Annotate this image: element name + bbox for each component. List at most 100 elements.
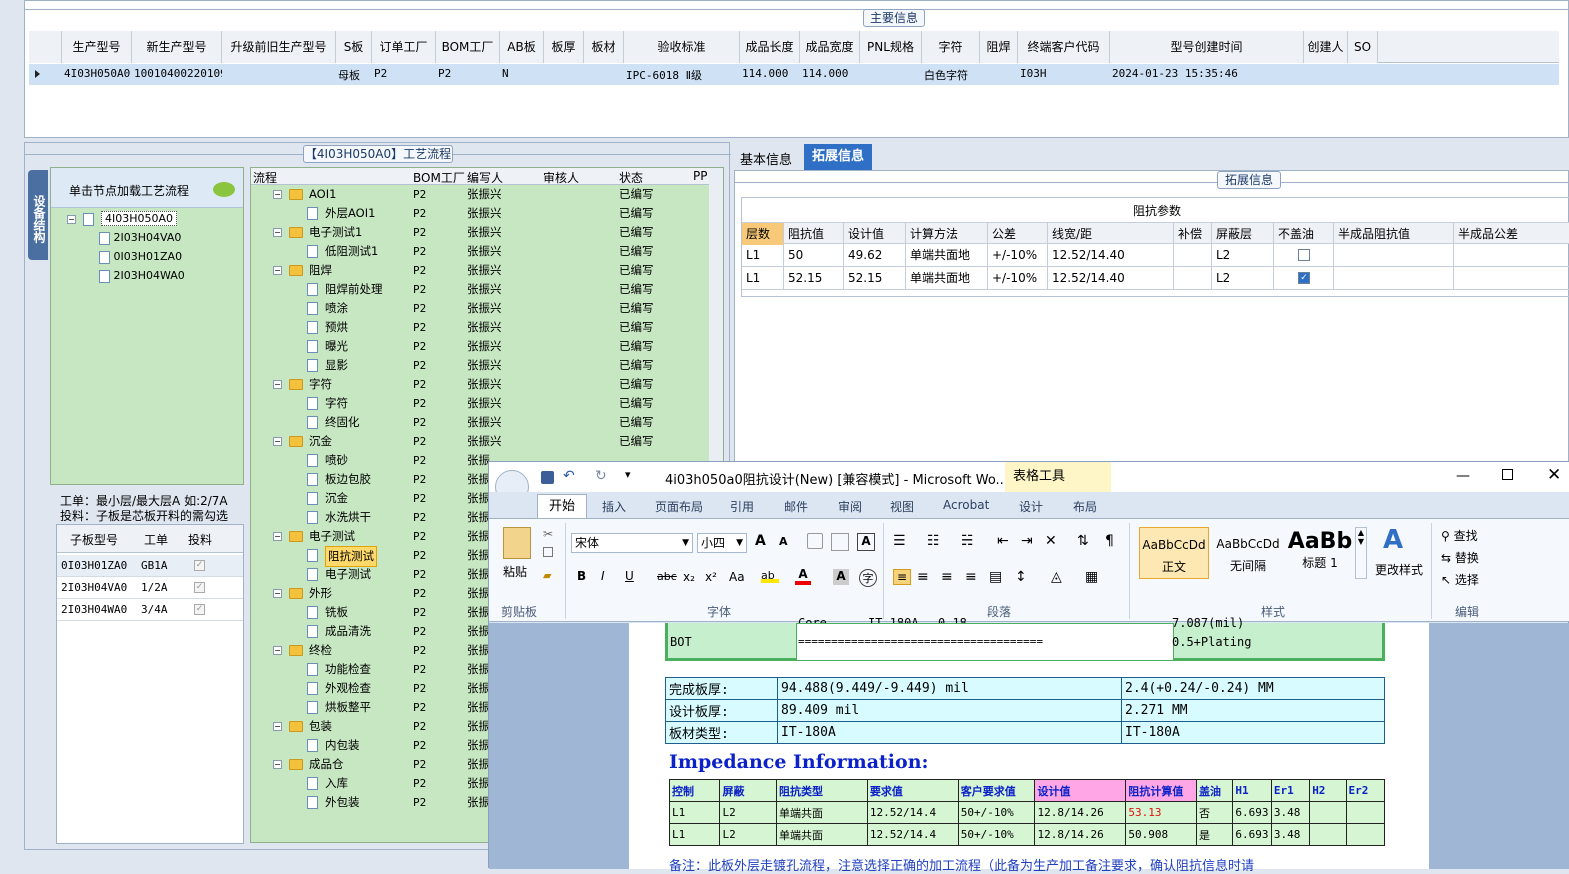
paste-icon[interactable] <box>503 527 531 559</box>
sort-icon[interactable]: ⇅ <box>1077 533 1089 549</box>
tree-child[interactable]: 2I03H04WA0 <box>99 267 185 285</box>
column-header[interactable]: 阻焊 <box>980 31 1018 63</box>
format-painter-icon[interactable]: ▰ <box>543 569 551 582</box>
redo-icon[interactable]: ↻ <box>595 468 607 484</box>
styles-scroll[interactable]: ▲ ▼ <box>1355 527 1367 579</box>
copy-icon[interactable] <box>543 547 553 557</box>
font-name-select[interactable]: 宋体 ▼ <box>571 533 693 553</box>
process-row[interactable]: − 沉金 P2 张振兴 已编写 <box>251 432 709 451</box>
bold-icon[interactable]: B <box>577 569 586 583</box>
table-row[interactable]: L1 50 49.62 单端共面地 +/-10% 12.52/14.40 L2 <box>742 244 1569 267</box>
tab-basic-info[interactable]: 基本信息 <box>740 149 792 168</box>
process-row[interactable]: − 电子测试1 P2 张振兴 已编写 <box>251 223 709 242</box>
font-size-select[interactable]: 小四 ▼ <box>697 533 747 553</box>
underline-icon[interactable]: U <box>625 569 634 583</box>
tree-child[interactable]: 2I03H04VA0 <box>99 229 181 247</box>
column-header[interactable]: 计算方法 <box>906 223 988 245</box>
align-left-icon[interactable]: ≡ <box>893 569 911 585</box>
table-row[interactable]: 0I03H01ZA0 GB1A ✓ <box>57 555 243 577</box>
tab-review[interactable]: 审阅 <box>838 498 862 515</box>
column-header[interactable]: 补偿 <box>1174 223 1212 245</box>
bullets-icon[interactable]: ☰ <box>893 533 906 549</box>
checkbox[interactable]: ✓ <box>194 604 205 615</box>
grow-font-icon[interactable]: A <box>755 533 766 549</box>
process-row[interactable]: − 阻焊 P2 张振兴 已编写 <box>251 261 709 280</box>
process-row[interactable]: − AOI1 P2 张振兴 已编写 <box>251 185 709 204</box>
undo-icon[interactable]: ↶ <box>563 468 575 484</box>
column-header[interactable]: 阻抗值 <box>784 223 844 245</box>
change-case-icon[interactable]: Aa <box>729 570 745 584</box>
tab-design[interactable]: 设计 <box>1019 498 1043 515</box>
process-row[interactable]: 喷涂 P2 张振兴 已编写 <box>251 299 709 318</box>
collapse-icon[interactable]: − <box>273 266 282 275</box>
process-row[interactable]: 预烘 P2 张振兴 已编写 <box>251 318 709 337</box>
column-header[interactable]: 设计值 <box>844 223 906 245</box>
find-button[interactable]: ⚲ 查找 <box>1441 527 1478 544</box>
align-right-icon[interactable]: ≡ <box>941 569 953 585</box>
document-page[interactable]: Core IT-180A 0.18 7.087(mil) BOT =======… <box>629 616 1429 874</box>
table-row[interactable]: 2I03H04VA0 1/2A ✓ <box>57 577 243 599</box>
column-header[interactable]: 成品宽度 <box>800 31 860 63</box>
process-row[interactable]: 显影 P2 张振兴 已编写 <box>251 356 709 375</box>
italic-icon[interactable]: I <box>601 569 605 583</box>
change-styles-icon[interactable]: A <box>1383 525 1403 555</box>
maximize-button[interactable] <box>1502 469 1513 480</box>
column-header[interactable]: 层数 <box>742 223 784 245</box>
checkbox[interactable]: ✓ <box>1298 272 1310 284</box>
column-header[interactable]: 不盖油 <box>1274 223 1334 245</box>
subscript-icon[interactable]: x₂ <box>683 570 695 584</box>
minimize-button[interactable]: — <box>1456 468 1470 484</box>
collapse-icon[interactable]: − <box>273 437 282 446</box>
change-styles-label[interactable]: 更改样式 <box>1375 561 1423 578</box>
table-row[interactable]: 2I03H04WA0 3/4A ✓ <box>57 599 243 621</box>
collapse-icon[interactable]: − <box>273 532 282 541</box>
column-header[interactable]: 字符 <box>922 31 980 63</box>
shading-icon[interactable]: ◬ <box>1051 569 1062 585</box>
tab-insert[interactable]: 插入 <box>602 498 626 515</box>
tree-root[interactable]: − 4I03H050A0 <box>67 210 178 228</box>
column-header[interactable]: BOM工厂 <box>436 31 500 63</box>
column-header[interactable]: 创建人 <box>1304 31 1348 63</box>
column-header[interactable]: 板材 <box>584 31 624 63</box>
style-normal[interactable]: AaBbCcDd 正文 <box>1139 527 1209 579</box>
close-button[interactable]: ✕ <box>1547 465 1561 485</box>
multilevel-icon[interactable]: ☵ <box>961 533 974 549</box>
column-header[interactable]: 公差 <box>988 223 1048 245</box>
process-row[interactable]: 字符 P2 张振兴 已编写 <box>251 394 709 413</box>
tab-acrobat[interactable]: Acrobat <box>943 498 989 512</box>
strikethrough-icon[interactable]: abc <box>657 570 677 583</box>
phonetic-icon[interactable] <box>831 533 849 551</box>
column-header[interactable]: 半成品公差 <box>1454 223 1569 245</box>
column-header[interactable]: 板厚 <box>544 31 584 63</box>
process-row[interactable]: 外层AOI1 P2 张振兴 已编写 <box>251 204 709 223</box>
tab-page-layout[interactable]: 页面布局 <box>655 498 703 515</box>
numbering-icon[interactable]: ☷ <box>927 533 940 549</box>
select-button[interactable]: ↖ 选择 <box>1441 571 1479 588</box>
column-header[interactable]: 终端客户代码 <box>1018 31 1110 63</box>
collapse-icon[interactable]: − <box>273 380 282 389</box>
column-header[interactable]: 成品长度 <box>740 31 800 63</box>
save-icon[interactable] <box>541 471 554 484</box>
collapse-icon[interactable]: − <box>273 228 282 237</box>
decrease-indent-icon[interactable]: ⇤ <box>997 533 1009 549</box>
shrink-font-icon[interactable]: A <box>779 535 788 548</box>
checkbox[interactable]: ✓ <box>194 560 205 571</box>
column-header[interactable]: 线宽/距 <box>1048 223 1174 245</box>
column-header[interactable]: 订单工厂 <box>372 31 436 63</box>
line-spacing-icon[interactable]: ↕ <box>1015 569 1027 585</box>
column-header[interactable]: PNL规格 <box>860 31 922 63</box>
highlight-icon[interactable]: ab <box>761 569 779 583</box>
quick-access-dropdown-icon[interactable]: ▾ <box>625 468 631 481</box>
collapse-icon[interactable]: − <box>273 646 282 655</box>
tab-mailings[interactable]: 邮件 <box>784 498 808 515</box>
column-header[interactable]: 升级前旧生产型号 <box>222 31 336 63</box>
column-header[interactable]: AB板 <box>500 31 544 63</box>
column-header[interactable]: 生产型号 <box>62 31 132 63</box>
table-row[interactable]: L1 52.15 52.15 单端共面地 +/-10% 12.52/14.40 L2 ✓ <box>742 267 1569 290</box>
column-header[interactable]: 验收标准 <box>624 31 740 63</box>
superscript-icon[interactable]: x² <box>705 570 717 584</box>
collapse-icon[interactable]: − <box>273 190 282 199</box>
column-header[interactable]: 新生产型号 <box>132 31 222 63</box>
tab-extend-info[interactable]: 拓展信息 <box>804 144 872 170</box>
style-heading-1[interactable]: AaBb 标题 1 <box>1287 527 1353 579</box>
